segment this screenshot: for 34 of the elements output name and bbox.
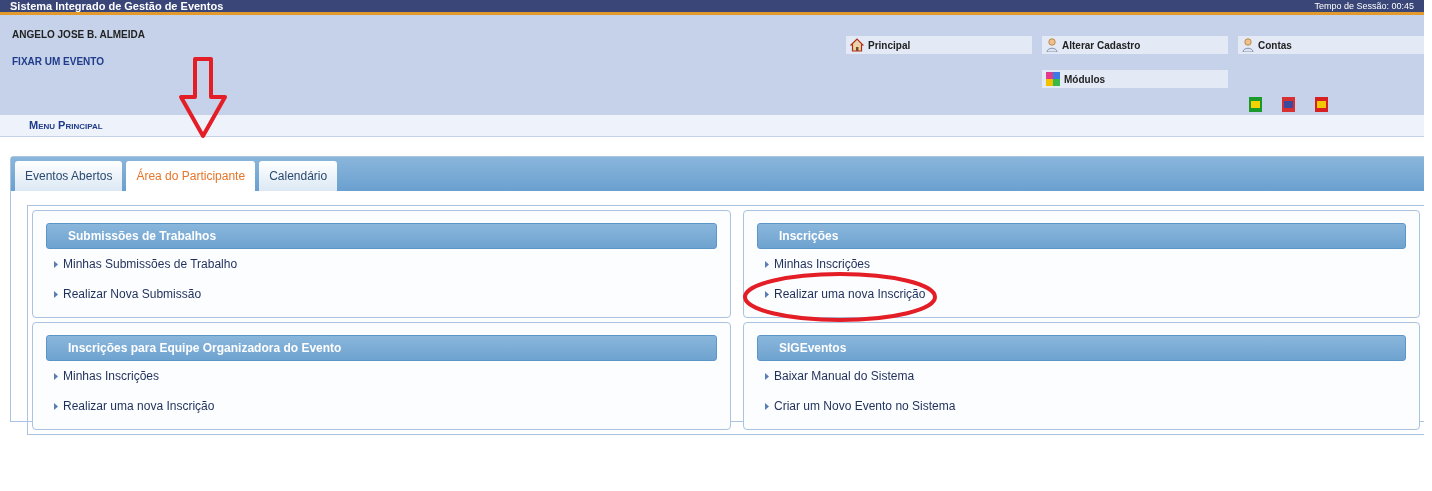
tab[interactable]: Calendário xyxy=(259,161,338,191)
menu-link[interactable]: Baixar Manual do Sistema xyxy=(774,367,915,385)
house-icon xyxy=(850,38,864,52)
menu-title: Menu Principal xyxy=(29,118,103,134)
section-header: Submissões de Trabalhos xyxy=(46,223,717,249)
fix-event-link[interactable]: FIXAR UM EVENTO xyxy=(12,54,105,69)
caret-icon xyxy=(54,372,58,380)
person-icon xyxy=(1046,38,1058,52)
session-timer: Tempo de Sessão: 00:45 xyxy=(1314,1,1414,11)
menu-link[interactable]: Minhas Inscrições xyxy=(774,255,871,273)
puzzle-icon xyxy=(1046,72,1060,86)
section-header: Inscrições para Equipe Organizadora do Evento xyxy=(46,335,717,361)
caret-icon xyxy=(54,260,58,268)
shortcut-link[interactable]: Alterar Cadastro xyxy=(1042,36,1228,54)
system-title: Sistema Integrado de Gestão de Eventos xyxy=(10,0,224,12)
caret-icon xyxy=(765,260,769,268)
menu-link[interactable]: Realizar Nova Submissão xyxy=(63,285,202,303)
menu-link[interactable]: Realizar uma nova Inscrição xyxy=(63,397,215,415)
tab[interactable]: Eventos Abertos xyxy=(15,161,123,191)
person-icon xyxy=(1242,38,1254,52)
caret-icon xyxy=(765,372,769,380)
shortcut-link[interactable]: Principal xyxy=(846,36,1032,54)
shortcut-link[interactable]: Módulos xyxy=(1042,70,1228,88)
section-header: SIGEventos xyxy=(757,335,1406,361)
user-name: ANGELO JOSE B. ALMEIDA xyxy=(12,28,145,42)
caret-icon xyxy=(54,402,58,410)
caret-icon xyxy=(765,402,769,410)
menu-link[interactable]: Minhas Submissões de Trabalho xyxy=(63,255,238,273)
caret-icon xyxy=(765,290,769,298)
menu-link[interactable]: Criar um Novo Evento no Sistema xyxy=(774,397,956,415)
menu-link[interactable]: Minhas Inscrições xyxy=(63,367,160,385)
section-header: Inscrições xyxy=(757,223,1406,249)
caret-icon xyxy=(54,290,58,298)
shortcut-link[interactable]: Contas xyxy=(1238,36,1424,54)
